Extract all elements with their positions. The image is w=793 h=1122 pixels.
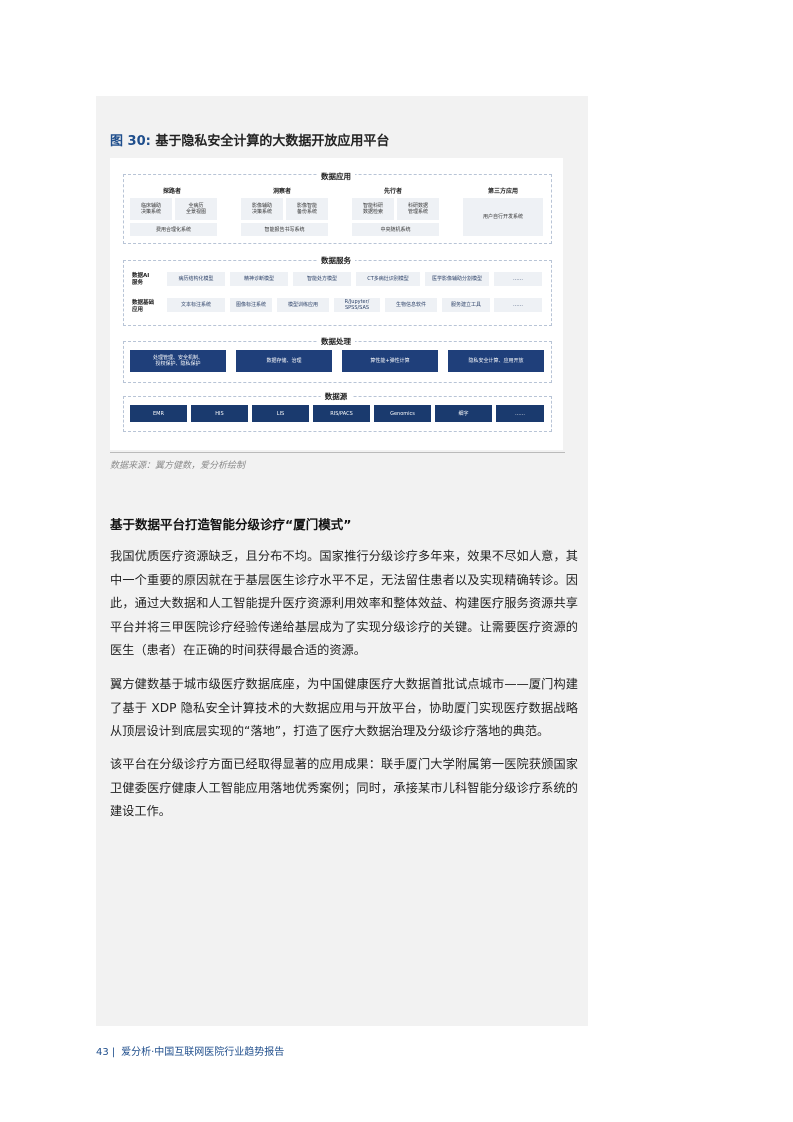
source-item: 细字 xyxy=(435,405,492,422)
service-row-label: 数据AI 服务 xyxy=(132,273,150,286)
service-item: 病历结构化模型 xyxy=(167,272,225,286)
app-cell: 临床辅助 决策系统 xyxy=(130,198,172,220)
app-cell: 智能科研 数据检索 xyxy=(352,198,394,220)
app-cell: 影像辅助 决策系统 xyxy=(241,198,283,220)
paragraph: 该平台在分级诊疗方面已经取得显著的应用成果：联手厦门大学附属第一医院获颁国家卫健… xyxy=(110,757,578,818)
figure-title-text: 基于隐私安全计算的大数据开放应用平台 xyxy=(155,134,390,149)
service-item: R/Jupyter/ SPSS/SAS xyxy=(334,298,380,312)
divider xyxy=(110,452,565,453)
app-cell: 费用合理化系统 xyxy=(130,223,217,236)
paragraph: 翼方健数基于城市级医疗数据底座，为中国健康医疗大数据首批试点城市——厦门构建了基… xyxy=(110,677,578,738)
app-col-name: 探路者 xyxy=(162,188,182,195)
processing-item: 隐私安全计算、应用开放 xyxy=(448,350,544,372)
service-item: …… xyxy=(494,298,542,312)
processing-title: 数据处理 xyxy=(317,336,355,347)
service-item: 生物信息软件 xyxy=(385,298,437,312)
source-item: RIS/PACS xyxy=(313,405,370,422)
figure-number: 图 30: xyxy=(110,134,151,149)
service-item: 文本标注系统 xyxy=(167,298,225,312)
source-title: 数据源 xyxy=(320,391,352,402)
figure-source: 数据来源：翼方健数，爱分析绘制 xyxy=(110,461,246,471)
figure-title: 图 30: 基于隐私安全计算的大数据开放应用平台 xyxy=(110,130,389,149)
app-col-name: 洞察者 xyxy=(272,188,292,195)
app-cell: 中央随机系统 xyxy=(352,223,439,236)
app-col-name: 第三方应用 xyxy=(487,188,519,195)
source-item: LIS xyxy=(252,405,309,422)
section-heading: 基于数据平台打造智能分级诊疗“厦门模式” xyxy=(110,517,352,532)
source-item: HIS xyxy=(191,405,248,422)
footer-text: 爱分析·中国互联网医院行业趋势报告 xyxy=(121,1047,285,1058)
service-item: …… xyxy=(494,272,542,286)
platform-diagram: 数据应用 探路者 洞察者 先行者 第三方应用 临床辅助 决策系统 全病历 全景视… xyxy=(110,158,563,450)
service-item: 医学影像辅助分割模型 xyxy=(425,272,489,286)
app-cell: 用户自行开发系统 xyxy=(463,198,543,236)
app-cell: 全病历 全景视图 xyxy=(175,198,217,220)
source-item: Genomics xyxy=(374,405,431,422)
service-group xyxy=(123,260,552,326)
service-item: 智能处方模型 xyxy=(293,272,351,286)
service-item: 图像标注系统 xyxy=(230,298,272,312)
processing-item: 算性能+弹性计算 xyxy=(342,350,438,372)
source-item: …… xyxy=(496,405,544,422)
service-item: 精神诊断模型 xyxy=(230,272,288,286)
page-number: 43 xyxy=(96,1047,109,1058)
page-footer: 43 | 爱分析·中国互联网医院行业趋势报告 xyxy=(96,1047,285,1058)
app-cell: 科研数据 管理系统 xyxy=(397,198,439,220)
paragraph: 我国优质医疗资源缺乏，且分布不均。国家推行分级诊疗多年来，效果不尽如人意，其中一… xyxy=(110,549,578,657)
service-title: 数据服务 xyxy=(317,255,355,266)
app-cell: 影像智能 备份系统 xyxy=(286,198,328,220)
processing-item: 处理管理、安全机制、 授权保护、隐私保护 xyxy=(130,350,226,372)
app-title: 数据应用 xyxy=(317,171,355,182)
service-item: CT多病灶识别模型 xyxy=(356,272,420,286)
service-item: 服务建立工具 xyxy=(442,298,490,312)
app-col-name: 先行者 xyxy=(383,188,403,195)
source-item: EMR xyxy=(130,405,187,422)
service-item: 模型训练应用 xyxy=(277,298,329,312)
service-row-label: 数据基础 应用 xyxy=(132,300,155,313)
processing-item: 数据存储、治理 xyxy=(236,350,332,372)
app-cell: 智能报告书写系统 xyxy=(241,223,328,236)
